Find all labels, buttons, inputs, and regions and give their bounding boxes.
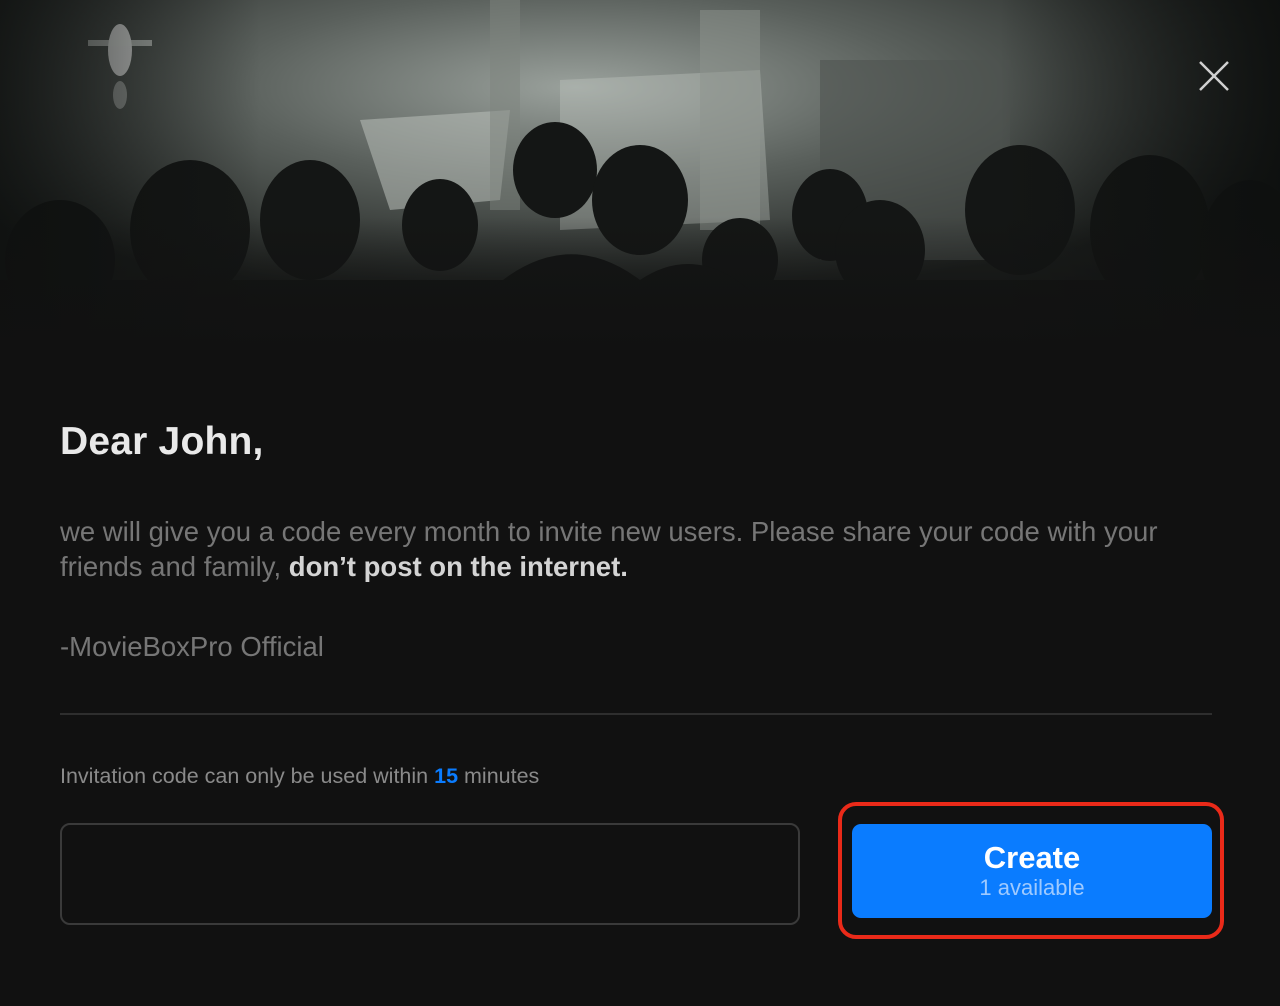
greeting-heading: Dear John, (60, 420, 264, 463)
message-emphasis: don’t post on the internet. (288, 551, 628, 582)
invitation-code-field[interactable] (60, 823, 800, 925)
invite-modal: Dear John, we will give you a code every… (0, 0, 1280, 1006)
close-icon (1199, 61, 1229, 91)
notice-suffix: minutes (458, 764, 540, 788)
create-code-button[interactable]: Create 1 available (852, 824, 1212, 918)
expiry-notice: Invitation code can only be used within … (60, 764, 539, 789)
signature: -MovieBoxPro Official (60, 631, 324, 662)
close-button[interactable] (1192, 54, 1236, 98)
notice-minutes: 15 (434, 764, 459, 788)
notice-prefix: Invitation code can only be used within (60, 764, 435, 788)
theater-audience-image (0, 0, 1280, 350)
invite-message: we will give you a code every month to i… (60, 514, 1230, 584)
create-button-availability: 1 available (979, 875, 1085, 900)
hero-image (0, 0, 1280, 350)
divider (60, 713, 1212, 715)
create-button-label: Create (983, 840, 1081, 875)
